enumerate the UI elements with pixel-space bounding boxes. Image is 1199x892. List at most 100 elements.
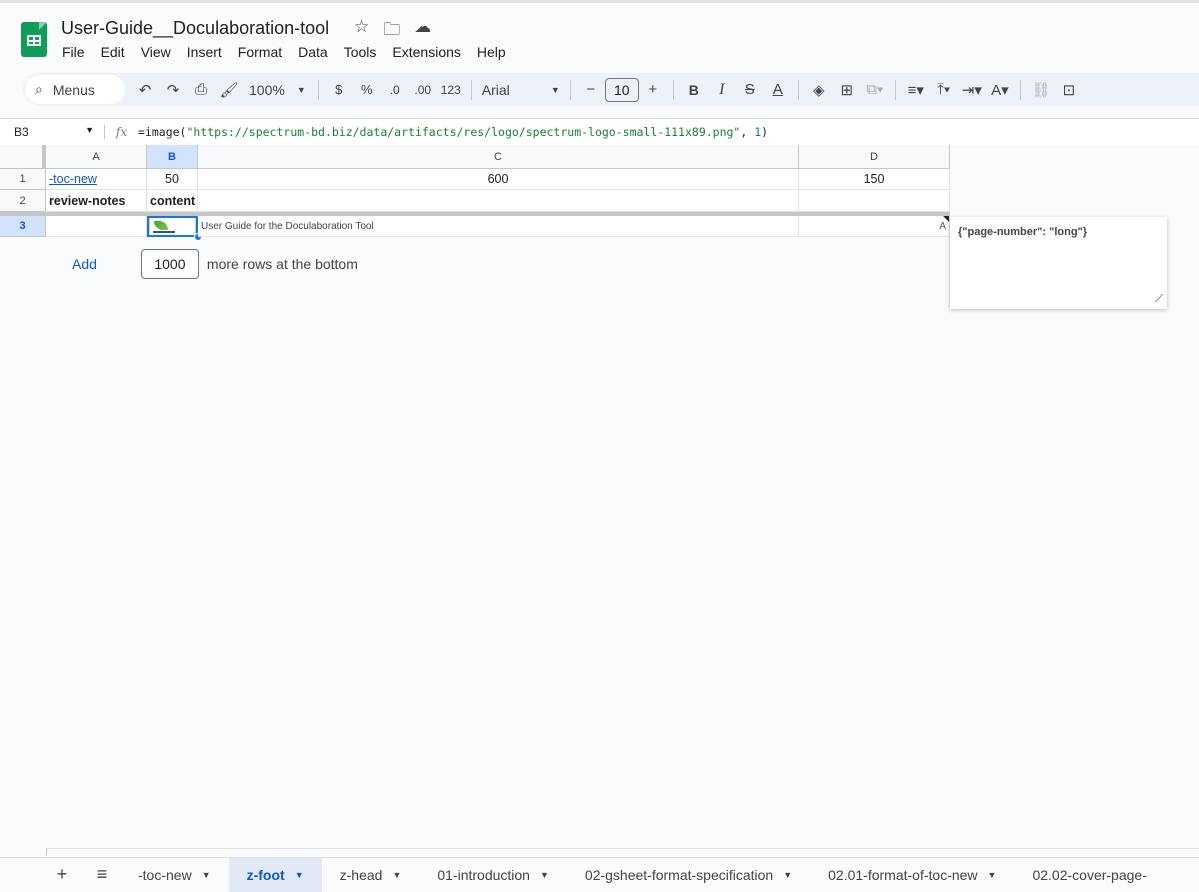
chevron-down-icon: ▼ [85,125,94,135]
cell-c1[interactable]: 600 [198,169,799,190]
all-sheets-icon[interactable]: ≡ [88,861,116,889]
formula-prefix: =image( [138,125,187,139]
chevron-down-icon[interactable]: ▼ [202,870,211,880]
cell-a2[interactable]: review-notes [46,190,147,212]
column-header-c[interactable]: C [198,145,799,169]
strikethrough-icon[interactable]: S [736,76,764,104]
resize-handle-icon[interactable]: ⟋ [1155,293,1163,306]
increase-decimal-button[interactable]: .00 [409,76,437,104]
cell-b3-selected[interactable] [147,216,198,237]
menu-insert[interactable]: Insert [187,44,228,60]
formula-separator: , [740,125,755,139]
row-header-1[interactable]: 1 [0,169,46,190]
insert-comment-icon[interactable]: ⊡ [1055,76,1083,104]
text-color-icon[interactable]: A [764,76,792,104]
chevron-down-icon[interactable]: ▼ [392,870,401,880]
add-rows-bar: Add 1000 more rows at the bottom [72,249,358,279]
cell-b2[interactable]: content [147,190,198,212]
font-size-input[interactable]: 10 [604,77,639,102]
sheet-tab-label: 02.02-cover-page- [1032,866,1147,883]
cell-reference: B3 [14,125,29,139]
document-title[interactable]: User-Guide__Doculaboration-tool [61,18,329,39]
sheet-tab-label: z-foot [246,866,285,883]
menu-format[interactable]: Format [238,44,288,60]
move-folder-icon[interactable]: 🗀 [383,17,400,46]
chevron-down-icon[interactable]: ▼ [783,870,792,880]
percent-format-button[interactable]: % [353,76,381,104]
zoom-select[interactable]: 100% ▼ [243,82,312,98]
chevron-down-icon[interactable]: ▼ [540,870,549,880]
cloud-saved-icon[interactable]: ☁ [414,17,431,46]
divider [569,79,571,100]
column-header-b[interactable]: B [147,145,198,169]
menu-extensions[interactable]: Extensions [392,44,466,60]
menu-view[interactable]: View [141,44,177,60]
fill-color-icon[interactable]: ◈ [805,76,833,104]
cell-d2[interactable] [799,190,950,212]
toolbar: ⌕ Menus ↶ ↷ ⎙ 🖌 100% ▼ $ % .0 .00 123 Ar… [23,73,1199,106]
menu-edit[interactable]: Edit [101,44,131,60]
add-sheet-icon[interactable]: + [48,861,76,889]
text-rotation-icon[interactable]: A▾ [986,76,1014,104]
spectrum-logo-image [149,218,196,235]
menu-help[interactable]: Help [477,44,512,60]
cell-c2[interactable] [198,190,799,212]
name-box[interactable]: B3 ▼ [0,125,104,139]
sheet-tab-02-gsheet-format-specification[interactable]: 02-gsheet-format-specification ▼ [567,858,810,892]
redo-icon[interactable]: ↷ [159,76,187,104]
sheets-logo-icon[interactable] [21,22,47,57]
cell-a3[interactable] [46,216,147,237]
sheet-tab-z-foot[interactable]: z-foot ▼ [228,857,322,892]
insert-link-icon[interactable]: ⛓ [1027,76,1055,104]
formula-input[interactable]: =image("https://spectrum-bd.biz/data/art… [138,125,768,139]
font-size-increase-button[interactable]: + [639,76,667,104]
row-header-3[interactable]: 3 [0,216,46,237]
font-size-decrease-button[interactable]: − [577,76,605,104]
menu-tools[interactable]: Tools [344,44,383,60]
column-header-d[interactable]: D [799,145,950,169]
horizontal-scrollbar[interactable] [46,848,1199,856]
borders-icon[interactable]: ⊞ [833,76,861,104]
select-all-corner[interactable] [0,145,46,169]
menus-search-button[interactable]: ⌕ Menus [25,75,125,104]
star-icon[interactable]: ☆ [354,17,369,46]
row-header-2[interactable]: 2 [0,190,46,212]
spreadsheet-grid: A B C D 1 -toc-new 50 600 150 2 review-n… [0,145,1199,855]
merge-cells-icon[interactable]: ⧉▾ [861,76,889,104]
vertical-align-icon[interactable]: ⤒▾ [930,76,958,104]
chevron-down-icon[interactable]: ▼ [988,870,997,880]
cell-d3[interactable]: A [799,216,950,237]
cell-d1[interactable]: 150 [799,169,950,190]
menu-data[interactable]: Data [298,44,334,60]
cell-a1[interactable]: -toc-new [46,169,147,190]
italic-button[interactable]: I [708,76,736,104]
search-icon: ⌕ [35,81,43,97]
decrease-decimal-button[interactable]: .0 [381,76,409,104]
cell-note-popup[interactable]: {"page-number": "long"} ⟋ [950,217,1167,309]
sheet-tab-02-01-format-of-toc-new[interactable]: 02.01-format-of-toc-new ▼ [810,858,1014,892]
currency-format-button[interactable]: $ [325,76,353,104]
text-wrapping-icon[interactable]: ⇥▾ [958,76,986,104]
horizontal-align-icon[interactable]: ≡▾ [902,76,930,104]
column-header-a[interactable]: A [46,145,147,169]
rows-count-input[interactable]: 1000 [140,249,199,279]
print-icon[interactable]: ⎙ [187,76,215,104]
number-format-button[interactable]: 123 [437,76,465,104]
sheet-tab-z-head[interactable]: z-head ▼ [322,858,420,892]
sheet-tab-bar: + ≡ -toc-new ▼ z-foot ▼ z-head ▼ 01-intr… [0,857,1199,892]
zoom-value: 100% [249,81,285,98]
menu-file[interactable]: File [62,44,91,60]
note-text: {"page-number": "long"} [958,226,1088,238]
sheet-tab-02-02-cover-page[interactable]: 02.02-cover-page- [1014,858,1146,892]
sheet-tab-toc-new[interactable]: -toc-new ▼ [120,858,229,892]
font-select[interactable]: Arial ▼ [478,76,564,104]
sheet-tab-01-introduction[interactable]: 01-introduction ▼ [419,858,567,892]
paint-format-icon[interactable]: 🖌 [215,76,243,104]
cell-b1[interactable]: 50 [147,169,198,190]
undo-icon[interactable]: ↶ [131,76,159,104]
chevron-down-icon[interactable]: ▼ [295,870,304,880]
add-rows-button[interactable]: Add [72,256,97,272]
cell-c3[interactable]: User Guide for the Doculaboration Tool [198,216,799,237]
divider [317,79,319,100]
bold-button[interactable]: B [680,76,708,104]
